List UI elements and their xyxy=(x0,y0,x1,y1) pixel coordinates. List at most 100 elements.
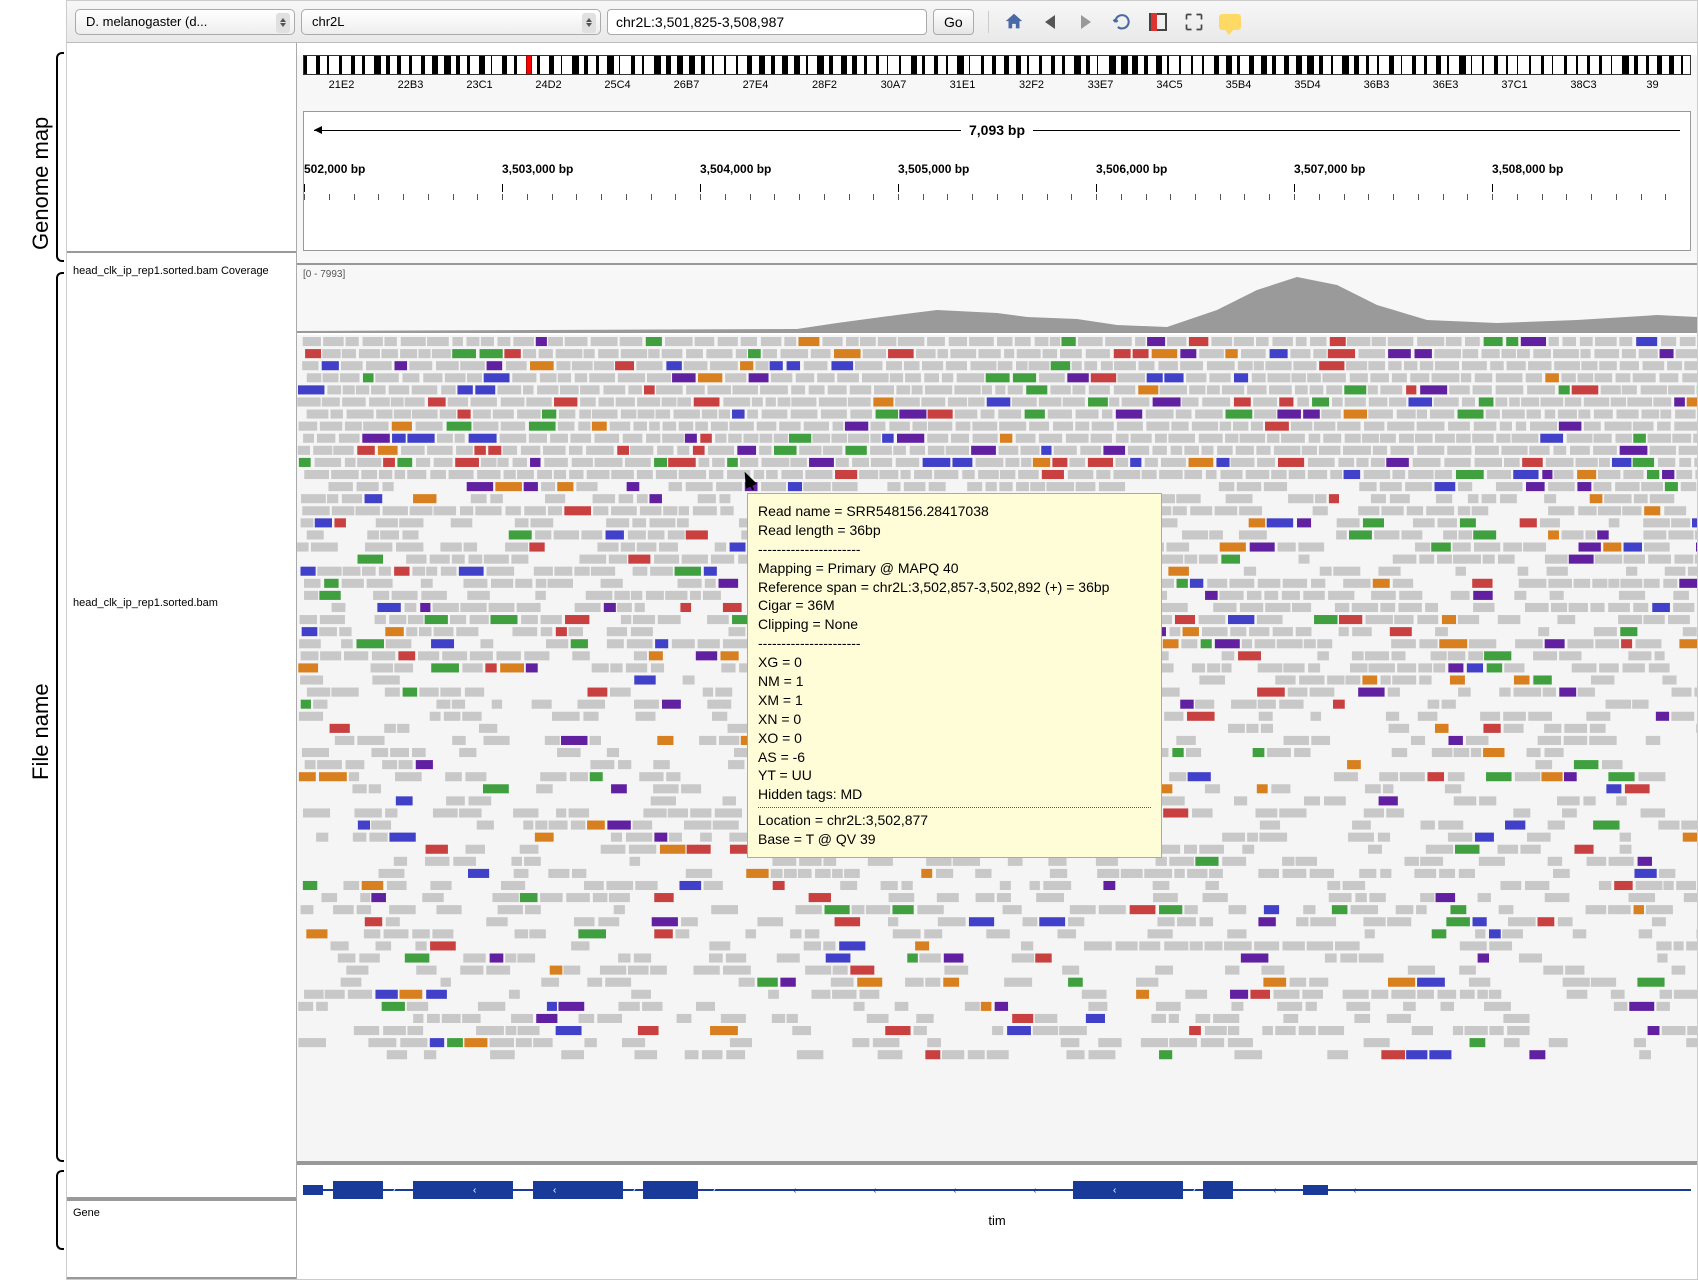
tooltip-line: XN = 0 xyxy=(758,710,1151,729)
gene-name: tim xyxy=(988,1213,1005,1228)
tooltip-line: ---------------------- xyxy=(758,540,1151,559)
coverage-track-name: head_clk_ip_rep1.sorted.bam Coverage xyxy=(73,265,290,277)
tooltip-line: YT = UU xyxy=(758,766,1151,785)
cytoband-label: 35B4 xyxy=(1204,79,1273,91)
ruler-tick-label: 3,504,000 bp xyxy=(700,162,771,176)
tooltip-line: AS = -6 xyxy=(758,748,1151,767)
karyotype-bar xyxy=(303,55,1691,75)
bracket-genome xyxy=(56,52,64,262)
strand-arrow-icon: ‹ xyxy=(553,1185,556,1196)
exon xyxy=(533,1181,623,1199)
side-label-column: Genome map File name xyxy=(0,0,52,1280)
range-label: 7,093 bp xyxy=(961,122,1033,138)
track-name-column: head_clk_ip_rep1.sorted.bam Coverage hea… xyxy=(67,43,297,1279)
cytoband-label: 33E7 xyxy=(1066,79,1135,91)
tooltip-line: Base = T @ QV 39 xyxy=(758,830,1151,849)
toolbar-icons xyxy=(988,11,1241,33)
genome-select-value: D. melanogaster (d... xyxy=(86,14,207,29)
strand-arrow-icon: ‹ xyxy=(1033,1185,1036,1196)
gene-track[interactable]: ‹‹‹‹‹‹‹‹‹‹‹‹‹‹ tim xyxy=(297,1163,1697,1243)
karyotype[interactable]: 21E222B323C124D225C426B727E428F230A731E1… xyxy=(303,55,1691,107)
strand-arrow-icon: ‹ xyxy=(793,1185,796,1196)
nav-forward-icon[interactable] xyxy=(1075,11,1097,33)
strand-arrow-icon: ‹ xyxy=(1193,1185,1196,1196)
ruler-tick-label: 502,000 bp xyxy=(304,162,365,176)
bracket-gene xyxy=(56,1170,64,1250)
ruler-tick-label: 3,508,000 bp xyxy=(1492,162,1563,176)
tooltip-line: Read length = 36bp xyxy=(758,521,1151,540)
ruler-tick-label: 3,503,000 bp xyxy=(502,162,573,176)
tooltip-line: XM = 1 xyxy=(758,691,1151,710)
side-label-genome: Genome map xyxy=(28,117,54,250)
popout-icon[interactable] xyxy=(1147,11,1169,33)
home-icon[interactable] xyxy=(1003,11,1025,33)
chromosome-select[interactable]: chr2L xyxy=(301,9,601,35)
genome-map: 21E222B323C124D225C426B727E428F230A731E1… xyxy=(297,55,1697,265)
bracket-file xyxy=(56,272,64,1162)
cytoband-label: 34C5 xyxy=(1135,79,1204,91)
cytoband-label: 36B3 xyxy=(1342,79,1411,91)
cytoband-label: 36E3 xyxy=(1411,79,1480,91)
exon xyxy=(1303,1185,1328,1195)
view-column: 21E222B323C124D225C426B727E428F230A731E1… xyxy=(297,43,1697,1279)
strand-arrow-icon: ‹ xyxy=(313,1185,316,1196)
strand-arrow-icon: ‹ xyxy=(1353,1185,1356,1196)
exon xyxy=(1073,1181,1183,1199)
strand-arrow-icon: ‹ xyxy=(633,1185,636,1196)
reads-track-name: head_clk_ip_rep1.sorted.bam xyxy=(73,597,290,609)
strand-arrow-icon: ‹ xyxy=(1113,1185,1116,1196)
tooltip-line: ---------------------- xyxy=(758,634,1151,653)
ruler-tick-label: 3,506,000 bp xyxy=(1096,162,1167,176)
strand-arrow-icon: ‹ xyxy=(953,1185,956,1196)
coverage-plot xyxy=(297,265,1697,333)
cytoband-label: 30A7 xyxy=(859,79,928,91)
genome-select[interactable]: D. melanogaster (d... xyxy=(75,9,295,35)
tooltip-line: Clipping = None xyxy=(758,615,1151,634)
coverage-track[interactable]: [0 - 7993] xyxy=(297,265,1697,333)
dropdown-arrows-icon xyxy=(582,13,596,33)
tooltip-line: Cigar = 36M xyxy=(758,596,1151,615)
dropdown-arrows-icon xyxy=(276,13,290,33)
ruler-tick-label: 3,505,000 bp xyxy=(898,162,969,176)
exon xyxy=(333,1181,383,1199)
tooltip-line: XO = 0 xyxy=(758,729,1151,748)
fit-window-icon[interactable] xyxy=(1183,11,1205,33)
track-names: head_clk_ip_rep1.sorted.bam Coverage hea… xyxy=(67,253,296,1199)
cytoband-label: 38C3 xyxy=(1549,79,1618,91)
ruler[interactable]: 7,093 bp 502,000 bp 3,503,000 bp 3,504,000… xyxy=(303,111,1691,251)
tooltip-line: Read name = SRR548156.28417038 xyxy=(758,502,1151,521)
gene-diagram: ‹‹‹‹‹‹‹‹‹‹‹‹‹‹ xyxy=(303,1175,1691,1211)
exon xyxy=(413,1181,513,1199)
nav-back-icon[interactable] xyxy=(1039,11,1061,33)
cytoband-label: 27E4 xyxy=(721,79,790,91)
strand-arrow-icon: ‹ xyxy=(473,1185,476,1196)
genome-name-box xyxy=(67,43,296,253)
strand-arrow-icon: ‹ xyxy=(873,1185,876,1196)
app-frame: D. melanogaster (d... chr2L Go xyxy=(66,0,1698,1280)
cytoband-label: 25C4 xyxy=(583,79,652,91)
go-button[interactable]: Go xyxy=(933,9,974,35)
tooltip-line: Mapping = Primary @ MAPQ 40 xyxy=(758,559,1151,578)
comment-icon[interactable] xyxy=(1219,11,1241,33)
cytoband-label: 32F2 xyxy=(997,79,1066,91)
karyotype-labels: 21E222B323C124D225C426B727E428F230A731E1… xyxy=(303,79,1691,91)
refresh-icon[interactable] xyxy=(1111,11,1133,33)
cytoband-label: 31E1 xyxy=(928,79,997,91)
body: head_clk_ip_rep1.sorted.bam Coverage hea… xyxy=(67,43,1697,1279)
tooltip-line: Location = chr2L:3,502,877 xyxy=(758,811,1151,830)
cytoband-label: 28F2 xyxy=(790,79,859,91)
gene-track-name: Gene xyxy=(67,1199,296,1279)
cytoband-label: 35D4 xyxy=(1273,79,1342,91)
exon xyxy=(1203,1181,1233,1199)
ruler-tick-label: 3,507,000 bp xyxy=(1294,162,1365,176)
toolbar: D. melanogaster (d... chr2L Go xyxy=(67,1,1697,43)
tooltip-line: Reference span = chr2L:3,502,857-3,502,8… xyxy=(758,578,1151,597)
strand-arrow-icon: ‹ xyxy=(1273,1185,1276,1196)
cytoband-label: 23C1 xyxy=(445,79,514,91)
tooltip-line: XG = 0 xyxy=(758,653,1151,672)
locus-input[interactable] xyxy=(607,9,927,35)
cytoband-label: 22B3 xyxy=(376,79,445,91)
tooltip-line: Hidden tags: MD xyxy=(758,785,1151,804)
tooltip-line: NM = 1 xyxy=(758,672,1151,691)
ruler-subticks xyxy=(304,194,1690,202)
